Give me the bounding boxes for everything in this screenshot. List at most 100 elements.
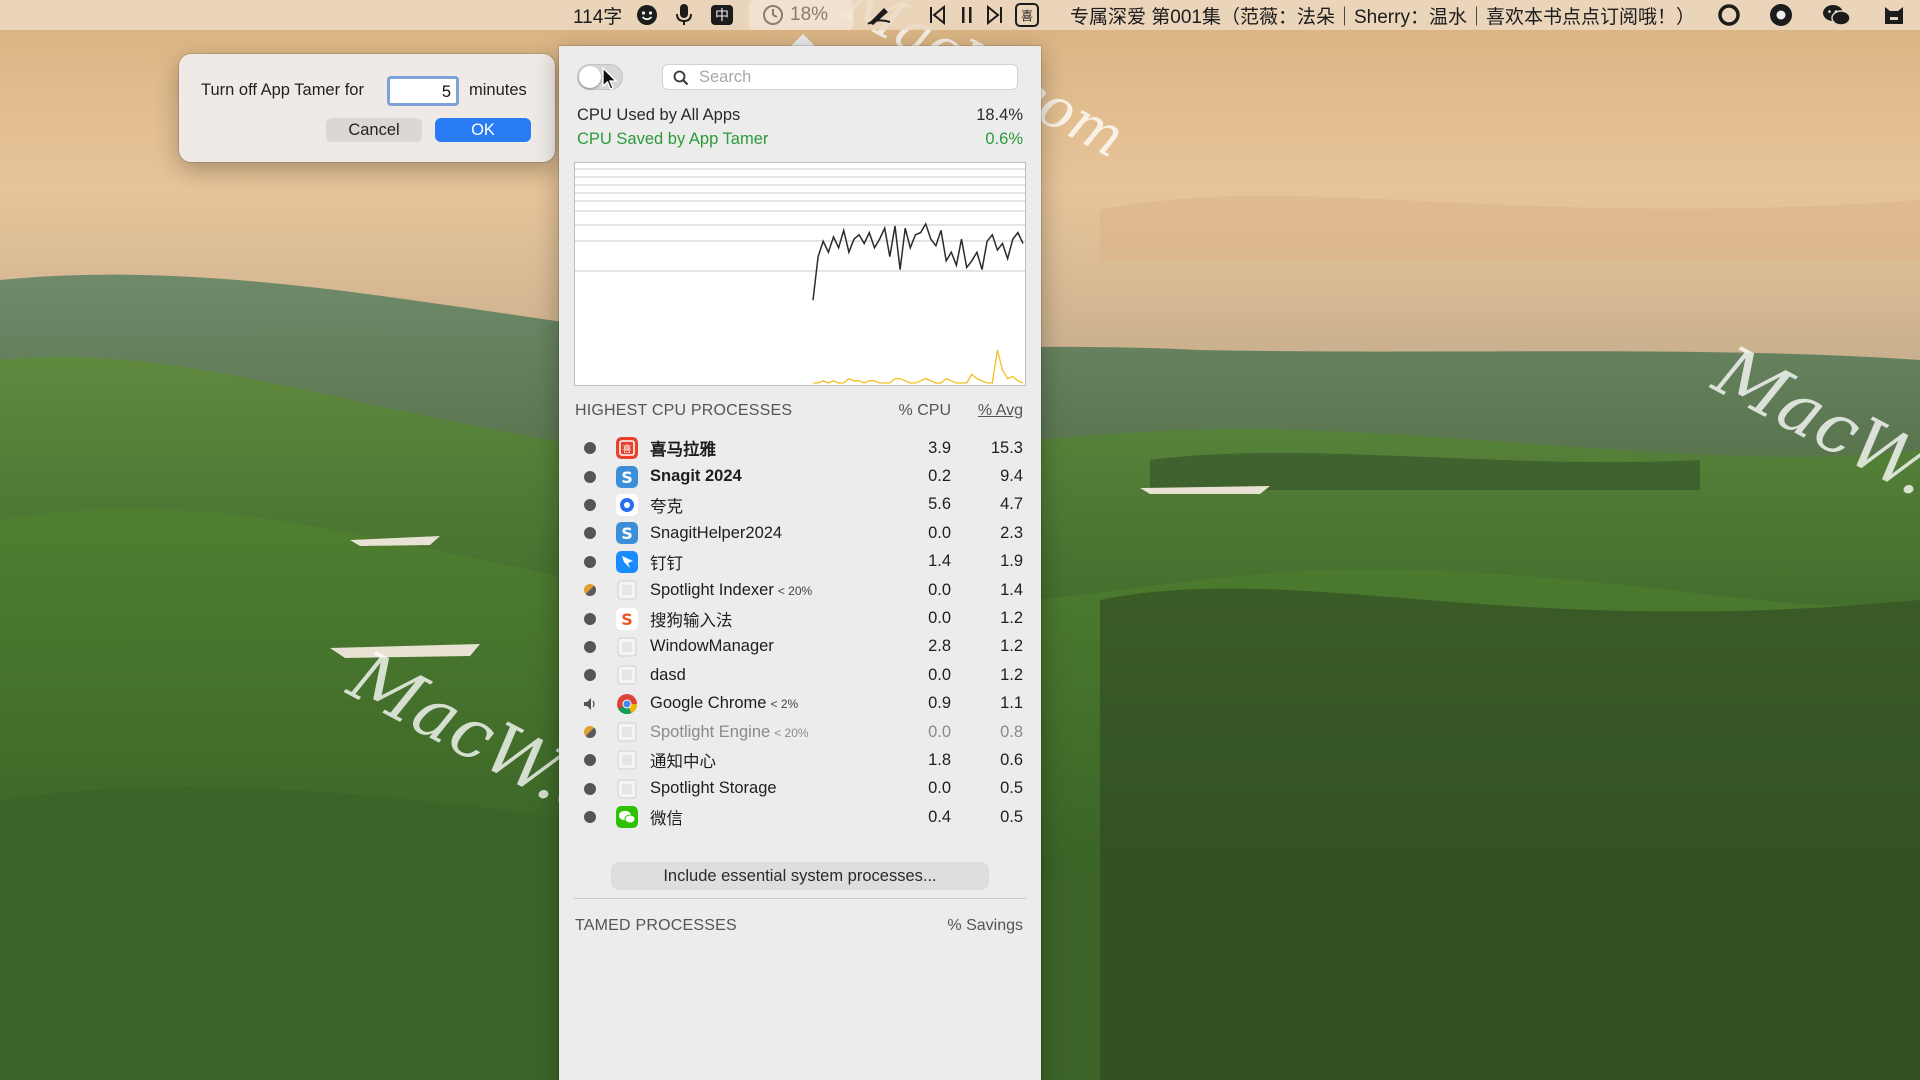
process-name: dasd — [650, 666, 879, 685]
process-row[interactable]: S SnagitHelper2024 0.0 2.3 — [575, 519, 1023, 547]
process-status-indicator[interactable] — [583, 810, 597, 824]
process-row[interactable]: S Snagit 2024 0.2 9.4 — [575, 462, 1023, 490]
process-name-text: Google Chrome — [650, 694, 767, 713]
cpu-used-row: CPU Used by All Apps 18.4% — [577, 106, 1023, 125]
process-list: 喜喜马拉雅 3.9 15.3 S Snagit 2024 0.2 9.4 夸克 5.6 4.7 S S… — [575, 434, 1023, 831]
generic-app-icon — [616, 721, 638, 743]
toggle-knob — [579, 66, 601, 88]
section-divider — [574, 898, 1026, 899]
app-tamer-menu-item[interactable]: 18% — [762, 0, 828, 30]
status-dot — [584, 470, 596, 483]
process-status-indicator[interactable] — [583, 441, 597, 455]
process-name-text: SnagitHelper2024 — [650, 523, 783, 542]
savings-column-header[interactable]: % Savings — [947, 917, 1023, 935]
process-status-indicator[interactable] — [583, 782, 597, 796]
include-essential-button[interactable]: Include essential system processes... — [611, 862, 989, 890]
process-status-indicator[interactable] — [583, 470, 597, 484]
process-avg-value: 9.4 — [1000, 467, 1023, 486]
process-cpu-value: 0.0 — [928, 722, 951, 741]
process-name: 通知中心 — [650, 748, 879, 772]
process-name: 搜狗输入法 — [650, 607, 879, 631]
process-row[interactable]: Spotlight Indexer < 20% 0.0 1.4 — [575, 576, 1023, 604]
process-name: Google Chrome < 2% — [650, 694, 879, 713]
now-playing-item[interactable]: 专属深爱 第001集（范薇：法朵｜Sherry：温水｜喜欢本书点点订阅哦！） — [1070, 0, 1695, 30]
process-avg-value: 0.6 — [1000, 750, 1023, 769]
process-row[interactable]: 钉钉 1.4 1.9 — [575, 548, 1023, 576]
process-status-indicator[interactable] — [583, 725, 597, 739]
svg-text:S: S — [621, 524, 633, 543]
quark-icon — [616, 493, 638, 516]
process-row[interactable]: dasd 0.0 1.2 — [575, 661, 1023, 689]
status-dot — [584, 527, 596, 540]
process-status-indicator[interactable] — [583, 526, 597, 540]
app-tamer-panel: CPU Used by All Apps 18.4% CPU Saved by … — [559, 46, 1041, 1080]
process-row[interactable]: S 搜狗输入法 0.0 1.2 — [575, 604, 1023, 632]
svg-text:喜: 喜 — [622, 443, 631, 455]
panel-pointer — [791, 34, 815, 46]
circle-status-icon[interactable] — [1717, 0, 1741, 30]
minutes-input[interactable] — [387, 76, 459, 106]
generic-app-icon — [616, 579, 638, 601]
cpu-used-series-line — [812, 222, 1024, 301]
process-row[interactable]: 微信 0.4 0.5 — [575, 803, 1023, 831]
tamed-processes-header: TAMED PROCESSES % Savings — [575, 917, 1023, 935]
process-cpu-value: 3.9 — [928, 438, 951, 457]
process-status-indicator[interactable] — [583, 668, 597, 682]
ok-button[interactable]: OK — [435, 118, 531, 142]
microphone-icon[interactable] — [674, 0, 694, 30]
process-status-indicator[interactable] — [583, 640, 597, 654]
generic-app-icon — [616, 636, 638, 658]
word-count-item[interactable]: 114字 — [573, 0, 622, 30]
process-cpu-value: 1.4 — [928, 552, 951, 571]
process-avg-value: 0.5 — [1000, 779, 1023, 798]
search-input[interactable] — [699, 67, 999, 87]
process-status-indicator[interactable] — [583, 498, 597, 512]
process-name-text: Spotlight Storage — [650, 779, 777, 798]
process-name-text: 通知中心 — [650, 753, 716, 772]
cpu-used-value: 18.4% — [976, 106, 1023, 124]
wechat-icon[interactable] — [1822, 0, 1852, 30]
status-dot — [584, 782, 596, 795]
process-name-text: 喜马拉雅 — [650, 441, 716, 460]
previous-track-icon[interactable] — [928, 0, 946, 30]
process-row[interactable]: 通知中心 1.8 0.6 — [575, 746, 1023, 774]
process-row[interactable]: Spotlight Storage 0.0 0.5 — [575, 775, 1023, 803]
pen-icon[interactable] — [866, 0, 892, 30]
process-name-text: dasd — [650, 665, 686, 684]
cancel-button[interactable]: Cancel — [326, 118, 422, 142]
ximalaya-icon[interactable]: 喜 — [1015, 0, 1039, 30]
generic-app-icon — [616, 664, 638, 686]
input-method-icon[interactable]: 中 — [710, 0, 734, 30]
cpu-limit-badge: < 2% — [770, 697, 799, 712]
next-track-icon[interactable] — [986, 0, 1004, 30]
process-status-indicator[interactable] — [583, 583, 597, 597]
avg-column-header[interactable]: % Avg — [951, 402, 1023, 420]
cpu-saved-row: CPU Saved by App Tamer 0.6% — [577, 130, 1023, 149]
status-dot — [584, 726, 596, 739]
process-row[interactable]: 夸克 5.6 4.7 — [575, 491, 1023, 519]
search-box — [662, 64, 1018, 90]
process-row[interactable]: Google Chrome < 2% 0.9 1.1 — [575, 690, 1023, 718]
status-dot — [584, 555, 596, 568]
smiley-icon[interactable] — [636, 0, 658, 30]
process-row[interactable]: Spotlight Engine < 20% 0.0 0.8 — [575, 718, 1023, 746]
status-dot — [584, 754, 596, 767]
cat-icon[interactable] — [1882, 0, 1906, 30]
audio-status-indicator[interactable] — [583, 697, 597, 711]
status-dot — [584, 442, 596, 455]
process-status-indicator[interactable] — [583, 555, 597, 569]
cpu-percent-text: 18% — [790, 4, 829, 25]
process-row[interactable]: WindowManager 2.8 1.2 — [575, 633, 1023, 661]
status-dot — [584, 669, 596, 682]
process-row[interactable]: 喜 喜马拉雅 3.9 15.3 — [575, 434, 1023, 462]
cpu-saved-series-line — [813, 350, 1024, 384]
process-avg-value: 1.2 — [1000, 665, 1023, 684]
process-status-indicator[interactable] — [583, 612, 597, 626]
pause-icon[interactable] — [960, 0, 974, 30]
process-name-text: WindowManager — [650, 637, 774, 656]
process-status-indicator[interactable] — [583, 753, 597, 767]
cpu-saved-label: CPU Saved by App Tamer — [577, 130, 769, 148]
process-cpu-value: 0.4 — [928, 807, 951, 826]
record-icon[interactable] — [1769, 0, 1793, 30]
cpu-column-header[interactable]: % CPU — [879, 402, 951, 420]
